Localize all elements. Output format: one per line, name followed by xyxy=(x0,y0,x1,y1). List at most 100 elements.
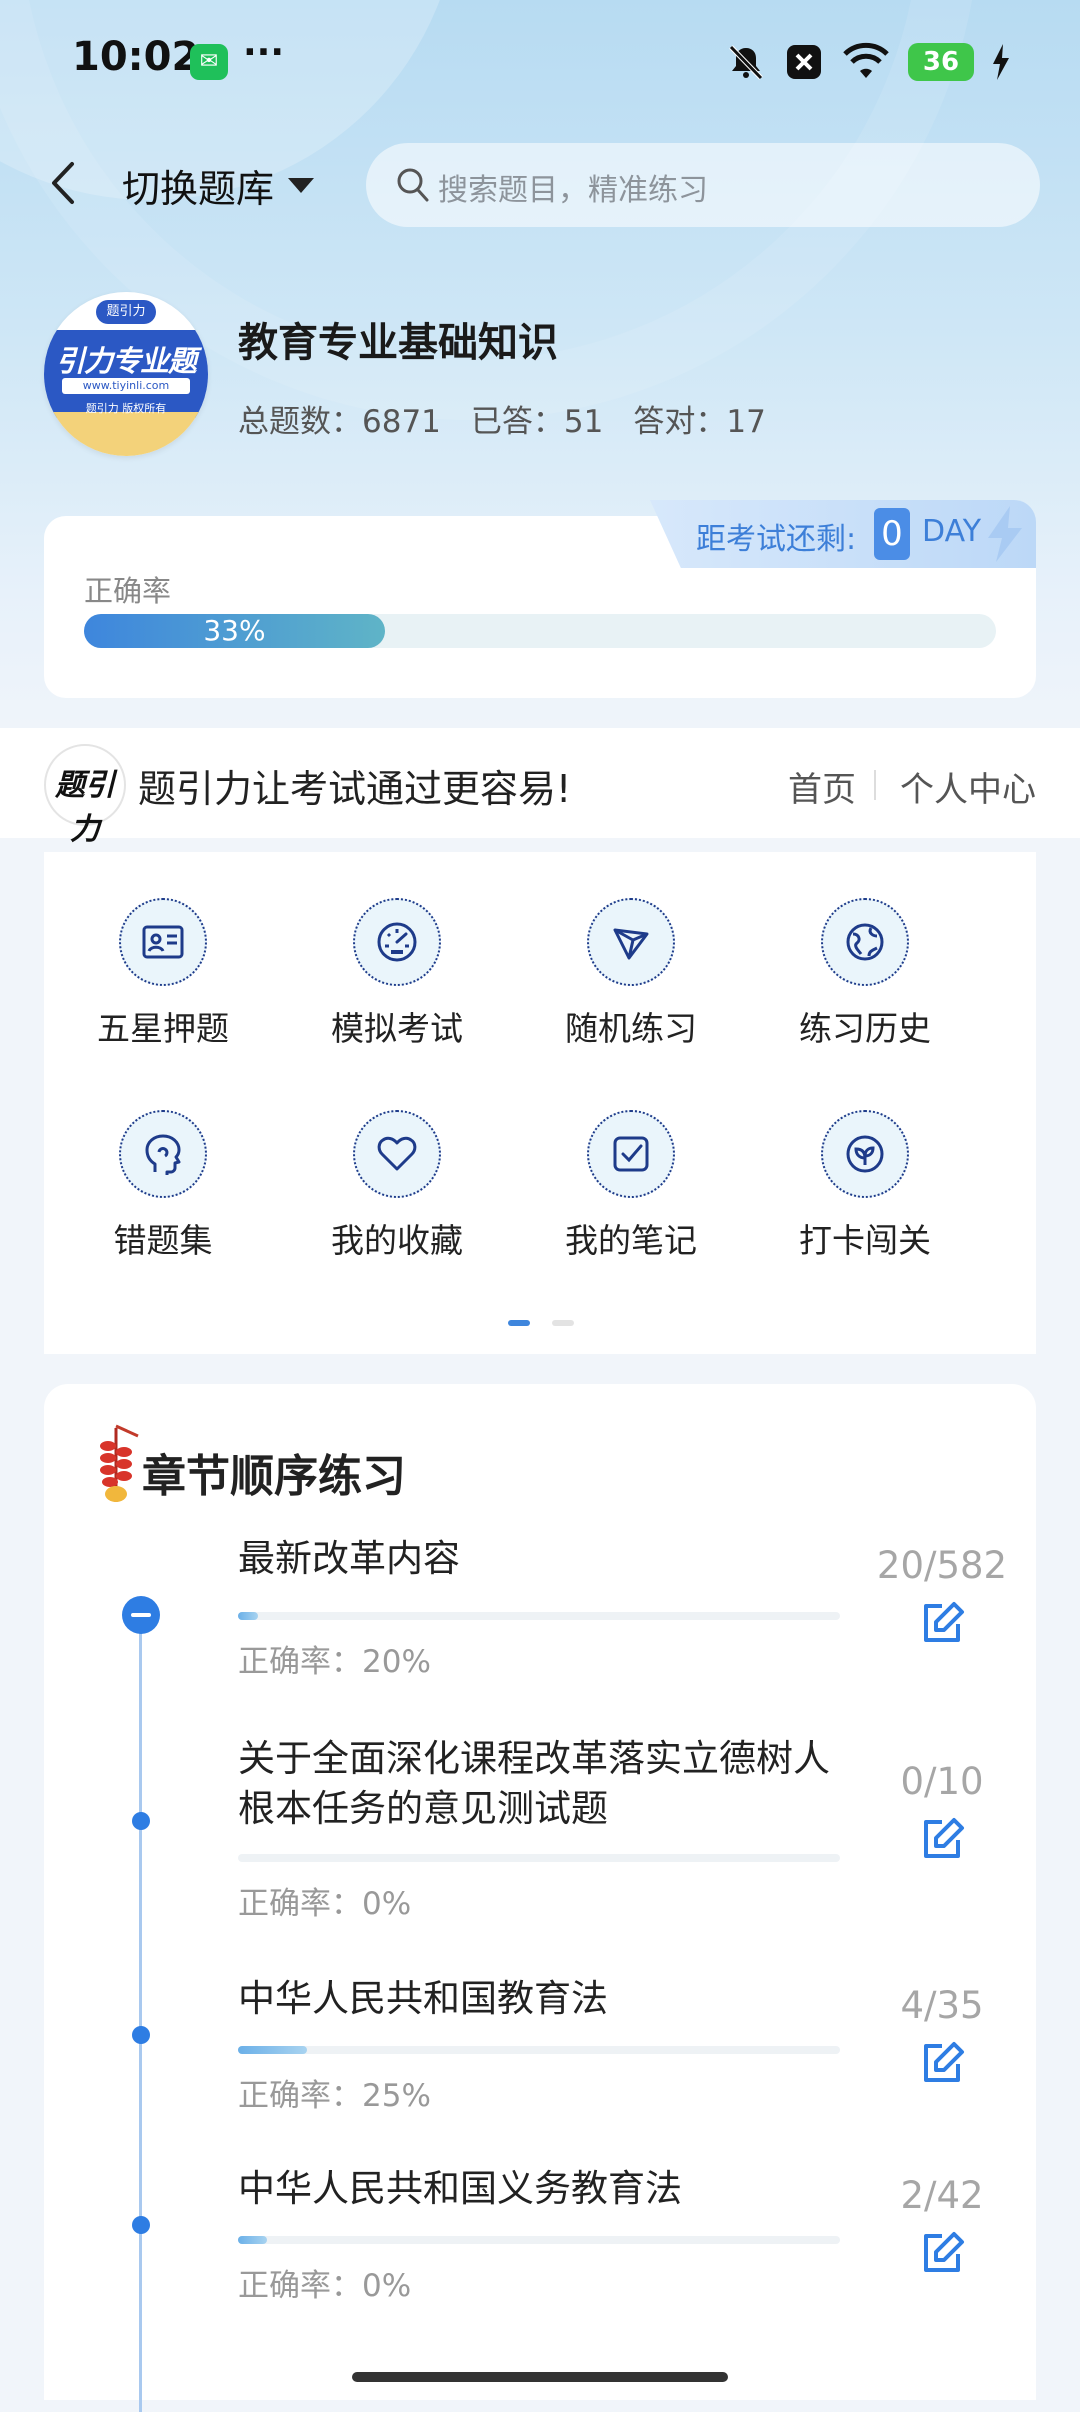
promo-bar: 题引力 题引力让考试通过更容易! 首页 个人中心 xyxy=(0,728,1080,847)
network-icon xyxy=(587,898,675,986)
switch-bank-button[interactable]: 切换题库 xyxy=(122,158,274,213)
home-indicator[interactable] xyxy=(352,2372,728,2382)
timeline-node xyxy=(132,2026,150,2044)
chapter-progress-fill xyxy=(238,2236,267,2244)
section-title: 章节顺序练习 xyxy=(142,1451,406,1502)
logo-footer: 题引力 版权所有 xyxy=(85,402,167,415)
chapter-count: 2/42 xyxy=(900,2174,984,2217)
feature-item[interactable]: 打卡闯关 xyxy=(748,1064,982,1260)
chapter-name: 中华人民共和国教育法 xyxy=(238,1977,608,2020)
accuracy-progress: 33% xyxy=(84,614,996,648)
feature-item[interactable]: 五星押题 xyxy=(46,852,280,1048)
search-input[interactable]: 搜索题目，精准练习 xyxy=(366,143,1040,227)
accuracy-progress-fill: 33% xyxy=(84,614,385,648)
timeline-node xyxy=(132,1812,150,1830)
logo-title: 引力专业题 xyxy=(55,344,197,378)
accuracy-value: 33% xyxy=(203,614,266,647)
chapter-count: 0/10 xyxy=(900,1760,984,1803)
feature-item[interactable]: 练习历史 xyxy=(748,852,982,1048)
wechat-icon: ✉ xyxy=(190,44,228,80)
wifi-icon xyxy=(843,42,889,78)
feature-item[interactable]: 错题集 xyxy=(46,1064,280,1260)
feature-label: 打卡闯关 xyxy=(799,1221,931,1260)
accuracy-card: 距考试还剩: 0 DAY 正确率 33% xyxy=(44,500,1036,698)
chapter-progress-fill xyxy=(238,2046,307,2054)
chapter-name: 关于全面深化课程改革落实立德树人根本任务的意见测试题 xyxy=(238,1737,830,1830)
status-bar: 10:02 ✉ ··· 36 xyxy=(0,0,1080,120)
feature-item[interactable]: 模拟考试 xyxy=(280,852,514,1048)
battery-indicator: 36 xyxy=(908,43,974,81)
bank-title: 教育专业基础知识 xyxy=(238,320,558,366)
heart-icon xyxy=(353,1110,441,1198)
chapter-progress xyxy=(238,2236,840,2244)
feature-label: 我的笔记 xyxy=(565,1221,697,1260)
edit-icon[interactable] xyxy=(918,1600,966,1648)
firecracker-icon xyxy=(100,1424,139,1502)
logo-badge: 题引力 xyxy=(96,300,156,324)
leaf-icon xyxy=(821,1110,909,1198)
feature-label: 五星押题 xyxy=(97,1009,229,1048)
promo-slogan: 题引力让考试通过更容易! xyxy=(138,767,572,811)
globe-icon xyxy=(821,898,909,986)
chapter-count: 20/582 xyxy=(876,1544,1008,1587)
chapter-progress xyxy=(238,2046,840,2054)
feature-item[interactable]: 我的收藏 xyxy=(280,1064,514,1260)
edit-icon[interactable] xyxy=(918,2230,966,2278)
chapter-accuracy: 正确率：25% xyxy=(238,2078,431,2114)
chapter-progress-fill xyxy=(238,1612,259,1620)
no-sim-icon xyxy=(787,45,821,79)
chapter-accuracy: 正确率：20% xyxy=(238,1644,431,1680)
answered-count: 已答：51 xyxy=(470,404,604,440)
page-indicator-active xyxy=(508,1320,530,1326)
feature-label: 错题集 xyxy=(113,1221,213,1260)
chapter-practice-card: 章节顺序练习 最新改革内容 正确率：20% 20/582 关于全面深化课程改革落… xyxy=(44,1384,1036,2412)
chapter-accuracy: 正确率：0% xyxy=(238,1886,412,1922)
edit-icon[interactable] xyxy=(918,1816,966,1864)
mute-icon xyxy=(729,45,763,80)
search-placeholder: 搜索题目，精准练习 xyxy=(438,173,708,208)
bank-stats: 总题数：6871 已答：51 答对：17 xyxy=(238,396,766,441)
more-notifications: ··· xyxy=(243,32,285,73)
countdown-days: 0 xyxy=(874,508,910,560)
exam-countdown: 距考试还剩: 0 DAY xyxy=(650,500,1036,568)
timeline-line xyxy=(139,1612,142,2412)
page-indicator xyxy=(552,1320,574,1326)
divider xyxy=(874,770,876,800)
bank-logo: 题引力 引力专业题 www.tiyinli.com 题引力 版权所有 xyxy=(44,292,208,456)
chapter-progress xyxy=(238,1612,840,1620)
chapter-count: 4/35 xyxy=(900,1984,984,2027)
collapse-icon[interactable] xyxy=(122,1596,160,1634)
countdown-label: 距考试还剩: xyxy=(696,522,857,557)
feature-item[interactable]: 随机练习 xyxy=(514,852,748,1048)
feature-grid: 五星押题 模拟考试 随机练习 练习历史 错题集 我的收藏 我的笔记 打卡闯关 xyxy=(44,852,1036,1354)
chapter-name: 中华人民共和国义务教育法 xyxy=(238,2167,682,2210)
feature-label: 模拟考试 xyxy=(331,1009,463,1048)
timeline-node xyxy=(132,2216,150,2234)
chapter-accuracy: 正确率：0% xyxy=(238,2268,412,2304)
profile-link[interactable]: 个人中心 xyxy=(900,762,1036,811)
countdown-unit: DAY xyxy=(922,514,982,549)
correct-count: 答对：17 xyxy=(633,404,766,440)
feature-label: 我的收藏 xyxy=(331,1221,463,1260)
note-icon xyxy=(587,1110,675,1198)
charging-icon xyxy=(993,44,1009,80)
accuracy-label: 正确率 xyxy=(84,574,172,608)
app-logo: 题引力 xyxy=(44,744,126,847)
edit-icon[interactable] xyxy=(918,2040,966,2088)
logo-url: www.tiyinli.com xyxy=(62,378,190,394)
status-time: 10:02 xyxy=(72,34,200,80)
id-card-icon xyxy=(119,898,207,986)
feature-label: 随机练习 xyxy=(565,1009,697,1048)
chapter-progress xyxy=(238,1854,840,1862)
status-icons: 36 xyxy=(726,40,1010,84)
back-icon[interactable] xyxy=(44,158,84,208)
speedometer-icon xyxy=(353,898,441,986)
search-icon xyxy=(397,168,429,202)
total-count: 总题数：6871 xyxy=(238,404,441,440)
chapter-name: 最新改革内容 xyxy=(238,1537,460,1580)
app-logo-text: 题引力 xyxy=(55,768,115,847)
feature-label: 练习历史 xyxy=(799,1009,931,1048)
home-link[interactable]: 首页 xyxy=(788,762,856,811)
caret-down-icon[interactable] xyxy=(286,176,316,196)
feature-item[interactable]: 我的笔记 xyxy=(514,1064,748,1260)
